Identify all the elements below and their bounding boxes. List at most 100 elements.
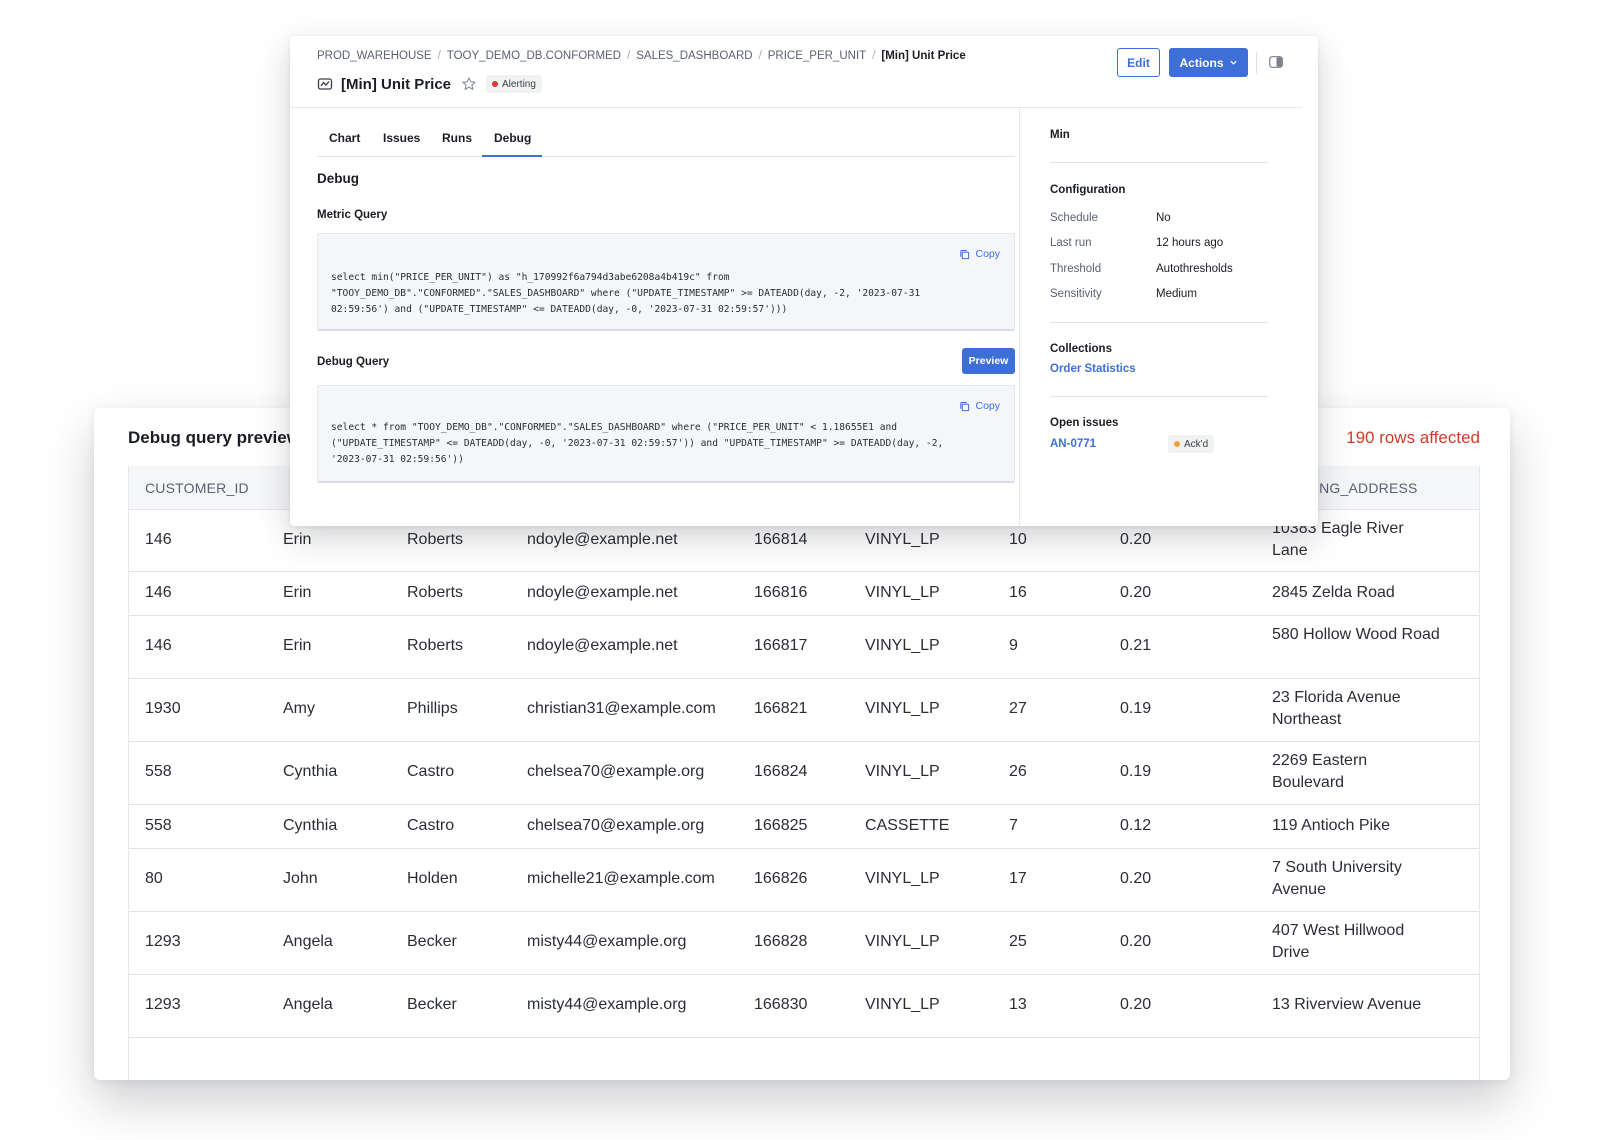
star-icon[interactable] [461, 76, 477, 92]
cell: 0.20 [1120, 933, 1152, 950]
tab-issues[interactable]: Issues [383, 131, 420, 145]
cell: 9 [1009, 637, 1018, 654]
cell: Holden [407, 870, 458, 887]
debug-query-code: select * from "TOOY_DEMO_DB"."CONFORMED"… [331, 422, 944, 465]
cell: Roberts [407, 584, 464, 601]
page-title: [Min] Unit Price [341, 75, 452, 93]
tab-debug[interactable]: Debug [494, 131, 531, 145]
metric-query-code: select min("PRICE_PER_UNIT") as "h_17099… [331, 272, 921, 315]
cell: Cynthia [283, 817, 338, 834]
table-row[interactable]: 558 Cynthia Castro chelsea70@example.org… [129, 805, 1479, 849]
breadcrumb-current: [Min] Unit Price [881, 50, 966, 62]
cell: Cynthia [283, 763, 338, 780]
preview-title: Debug query preview [128, 428, 300, 447]
cell: 166826 [754, 870, 808, 887]
metric-detail-panel: PROD_WAREHOUSE / TOOY_DEMO_DB.CONFORMED / SA… [290, 36, 1318, 526]
cell: 1293 [145, 933, 181, 950]
breadcrumb-item[interactable]: PRICE_PER_UNIT [768, 50, 866, 62]
copy-metric-query-button[interactable]: Copy [959, 248, 1000, 260]
metric-icon [317, 76, 333, 92]
sidebar-divider [1050, 162, 1268, 163]
metric-query-label: Metric Query [317, 209, 388, 221]
title-row: [Min] Unit Price Alerting [317, 73, 542, 95]
preview-button[interactable]: Preview [962, 348, 1015, 374]
cell: VINYL_LP [865, 637, 940, 654]
cell: 26 [1009, 763, 1027, 780]
cell: VINYL_LP [865, 584, 940, 601]
issue-status-badge: Ack'd [1168, 435, 1215, 453]
actions-button[interactable]: Actions [1169, 48, 1248, 77]
alert-dot-icon [492, 81, 499, 87]
table-row[interactable]: 558 Cynthia Castro chelsea70@example.org… [129, 742, 1479, 805]
header-divider [1256, 52, 1257, 74]
header-divider-line [290, 107, 1302, 108]
copy-label: Copy [975, 400, 1000, 412]
cell: misty44@example.org [527, 996, 687, 1013]
breadcrumb-item[interactable]: SALES_DASHBOARD [636, 50, 752, 62]
rows-affected-count: 190 rows affected [1346, 428, 1480, 447]
cell: Roberts [407, 637, 464, 654]
config-value: No [1156, 212, 1171, 224]
cell: chelsea70@example.org [527, 817, 705, 834]
collection-link[interactable]: Order Statistics [1050, 363, 1136, 375]
table-row[interactable]: 1293 Angela Becker misty44@example.org 1… [129, 975, 1479, 1038]
cell: 17 [1009, 870, 1027, 887]
breadcrumb-separator: / [437, 50, 441, 62]
cell: 0.12 [1120, 817, 1152, 834]
copy-debug-query-button[interactable]: Copy [959, 400, 1000, 412]
cell: 166817 [754, 637, 808, 654]
active-tab-indicator [482, 155, 542, 157]
cell: 80 [145, 870, 163, 887]
debug-heading: Debug [317, 171, 359, 186]
cell: christian31@example.com [527, 700, 716, 717]
cell: 146 [145, 637, 172, 654]
cell: 0.21 [1120, 637, 1152, 654]
cell: 0.19 [1120, 700, 1152, 717]
cell: 13 [1009, 996, 1027, 1013]
config-key: Schedule [1050, 212, 1098, 224]
breadcrumb: PROD_WAREHOUSE / TOOY_DEMO_DB.CONFORMED / SA… [317, 50, 966, 62]
cell: Angela [283, 933, 333, 950]
cell: 146 [145, 531, 172, 548]
cell: 0.20 [1120, 584, 1152, 601]
debug-query-label: Debug Query [317, 356, 390, 368]
cell: VINYL_LP [865, 763, 940, 780]
cell: Amy [283, 700, 315, 717]
breadcrumb-item[interactable]: PROD_WAREHOUSE [317, 50, 432, 62]
cell: michelle21@example.com [527, 870, 715, 887]
breadcrumb-separator: / [627, 50, 631, 62]
collections-heading: Collections [1050, 343, 1112, 355]
cell: Roberts [407, 531, 464, 548]
sidebar-toggle-icon[interactable] [1269, 56, 1283, 68]
cell: 558 [145, 763, 172, 780]
cell: 558 [145, 817, 172, 834]
breadcrumb-separator: / [872, 50, 876, 62]
cell: Erin [283, 637, 312, 654]
table-row[interactable]: 1293 Angela Becker misty44@example.org 1… [129, 912, 1479, 975]
sidebar-divider [1050, 396, 1268, 397]
sidebar-divider [1050, 322, 1268, 323]
cell: Angela [283, 996, 333, 1013]
cell: 0.20 [1120, 531, 1152, 548]
cell: 166830 [754, 996, 808, 1013]
aggregate-label: Min [1050, 129, 1070, 141]
debug-query-box: Copy select * from "TOOY_DEMO_DB"."CONFO… [317, 385, 1015, 483]
cell: 23 Florida Avenue Northeast [1272, 689, 1401, 728]
edit-button[interactable]: Edit [1117, 48, 1160, 77]
table-row[interactable]: 146 Erin Roberts ndoyle@example.net 1668… [129, 616, 1479, 679]
cell: VINYL_LP [865, 996, 940, 1013]
cell: ndoyle@example.net [527, 531, 678, 548]
column-header[interactable]: CUSTOMER_ID [145, 480, 249, 496]
tab-runs[interactable]: Runs [442, 131, 472, 145]
cell: 7 South University Avenue [1272, 859, 1402, 898]
cell: 580 Hollow Wood Road [1272, 626, 1440, 643]
cell: John [283, 870, 318, 887]
table-row[interactable]: 146 Erin Roberts ndoyle@example.net 1668… [129, 572, 1479, 616]
tab-chart[interactable]: Chart [329, 131, 360, 145]
issue-link[interactable]: AN-0771 [1050, 438, 1096, 450]
config-value: 12 hours ago [1156, 237, 1224, 249]
table-row[interactable]: 80 John Holden michelle21@example.com 16… [129, 849, 1479, 912]
table-row[interactable]: 1930 Amy Phillips christian31@example.co… [129, 679, 1479, 742]
breadcrumb-item[interactable]: TOOY_DEMO_DB.CONFORMED [447, 50, 621, 62]
ack-dot-icon [1174, 441, 1180, 447]
